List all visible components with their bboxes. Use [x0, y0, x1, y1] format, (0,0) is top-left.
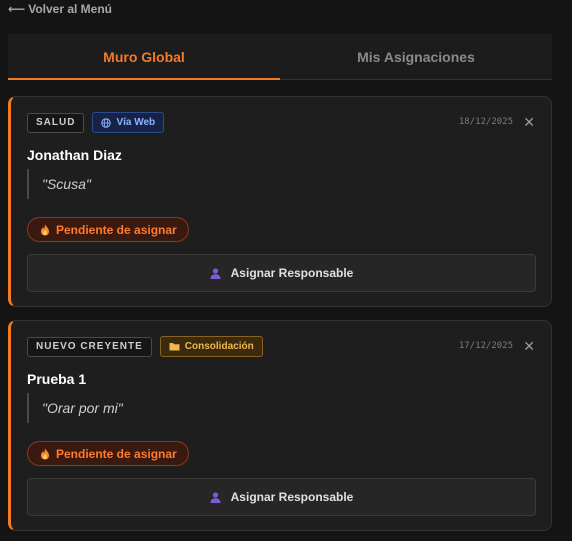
status-label: Pendiente de asignar	[56, 446, 177, 461]
source-label: Consolidación	[184, 341, 254, 352]
back-link-label: Volver al Menú	[28, 2, 113, 16]
close-icon[interactable]: ✕	[523, 113, 535, 131]
request-card: NUEVO CREYENTE Consolidación 17/12/2025 …	[8, 320, 552, 531]
folder-icon	[169, 343, 180, 351]
requester-name: Jonathan Diaz	[27, 147, 122, 163]
assign-button-label: Asignar Responsable	[230, 490, 354, 504]
request-date: 17/12/2025	[458, 341, 513, 351]
source-tag: Vía Web	[92, 112, 165, 133]
status-badge: Pendiente de asignar	[27, 217, 189, 242]
arrow-left-icon: ⟵	[8, 2, 26, 16]
request-card: SALUD Vía Web 18/12/2025 ✕ Jonathan Diaz…	[8, 96, 552, 307]
status-badge: Pendiente de asignar	[27, 441, 189, 466]
assign-responsible-button[interactable]: Asignar Responsable	[27, 478, 536, 516]
tab-mis-asignaciones[interactable]: Mis Asignaciones	[280, 34, 552, 79]
user-icon	[210, 267, 221, 279]
request-date: 18/12/2025	[458, 117, 513, 127]
close-icon[interactable]: ✕	[523, 337, 535, 355]
globe-icon	[101, 117, 112, 128]
tab-muro-global[interactable]: Muro Global	[8, 34, 280, 80]
status-label: Pendiente de asignar	[56, 222, 177, 237]
fire-icon	[41, 448, 49, 459]
category-tag: SALUD	[27, 112, 85, 133]
tab-bar: Muro Global Mis Asignaciones	[8, 34, 552, 80]
back-to-menu-link[interactable]: ⟵ Volver al Menú	[8, 2, 112, 16]
request-message: "Orar por mi"	[27, 393, 327, 423]
source-tag: Consolidación	[159, 336, 263, 357]
assign-button-label: Asignar Responsable	[230, 266, 354, 280]
category-tag: NUEVO CREYENTE	[27, 336, 152, 357]
requester-name: Prueba 1	[27, 371, 87, 387]
user-icon	[210, 491, 221, 503]
fire-icon	[41, 224, 49, 235]
assign-responsible-button[interactable]: Asignar Responsable	[27, 254, 536, 292]
source-label: Vía Web	[116, 117, 156, 128]
request-message: "Scusa"	[27, 169, 327, 199]
